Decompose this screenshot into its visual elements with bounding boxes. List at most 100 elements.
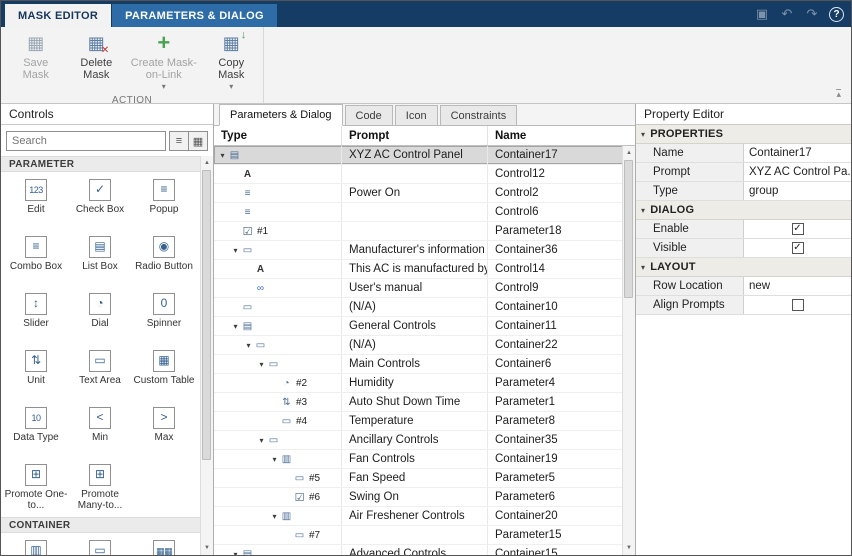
name-cell[interactable]: Control12 [488, 165, 623, 183]
prompt-cell[interactable]: Humidity [342, 374, 488, 392]
control-item-popup[interactable]: ≡Popup [132, 175, 196, 232]
list-view-icon[interactable]: ≡ [169, 131, 189, 151]
prompt-cell[interactable]: Swing On [342, 488, 488, 506]
control-item-max[interactable]: >Max [132, 403, 196, 460]
controls-scrollbar[interactable]: ▲ ▼ [200, 156, 213, 555]
control-item-unit-control[interactable]: ⇅Unit [4, 346, 68, 403]
name-cell[interactable]: Control14 [488, 260, 623, 278]
prompt-cell[interactable]: This AC is manufactured by... [342, 260, 488, 278]
tree-row-Container6[interactable]: ▾▭Main ControlsContainer6 [214, 355, 623, 374]
enable-checkbox[interactable]: ✓ [792, 223, 804, 235]
scroll-down-icon[interactable]: ▼ [623, 542, 635, 554]
name-cell[interactable]: Parameter4 [488, 374, 623, 392]
prompt-cell[interactable]: Manufacturer's information [342, 241, 488, 259]
tree-row-Container10[interactable]: ▭(N/A)Container10 [214, 298, 623, 317]
tree-row-Parameter6[interactable]: ☑#6Swing OnParameter6 [214, 488, 623, 507]
tab-parameters-dialog[interactable]: PARAMETERS & DIALOG [112, 4, 277, 27]
prompt-cell[interactable]: Ancillary Controls [342, 431, 488, 449]
prompt-cell[interactable]: Fan Controls [342, 450, 488, 468]
prompt-cell[interactable]: Air Freshener Controls [342, 507, 488, 525]
prompt-cell[interactable]: XYZ AC Control Panel [342, 146, 488, 164]
name-cell[interactable]: Container35 [488, 431, 623, 449]
tab-icon[interactable]: Icon [395, 105, 438, 125]
tree-scrollbar[interactable]: ▲ ▼ [622, 146, 635, 555]
prompt-cell[interactable]: Power On [342, 184, 488, 202]
collapse-arrow-icon[interactable]: ▾ [269, 455, 280, 464]
tab-mask-editor[interactable]: MASK EDITOR [5, 4, 111, 27]
scroll-up-icon[interactable]: ▲ [623, 147, 635, 159]
name-cell[interactable]: Control9 [488, 279, 623, 297]
prompt-cell[interactable]: Advanced Controls [342, 545, 488, 555]
prompt-cell[interactable]: General Controls [342, 317, 488, 335]
control-item-radio-button[interactable]: ◉Radio Button [132, 232, 196, 289]
tree-row-Container20[interactable]: ▾▥Air Freshener ControlsContainer20 [214, 507, 623, 526]
name-cell[interactable]: Parameter18 [488, 222, 623, 240]
tree-row-Control2[interactable]: ≡Power OnControl2 [214, 184, 623, 203]
tree-row-Control14[interactable]: AThis AC is manufactured by...Control14 [214, 260, 623, 279]
scrollbar-thumb[interactable] [202, 170, 211, 460]
container-item[interactable]: ▦▦ [132, 536, 196, 555]
name-cell[interactable]: Container10 [488, 298, 623, 316]
tree-row-Container22[interactable]: ▾▭(N/A)Container22 [214, 336, 623, 355]
property-section-layout[interactable]: ▾LAYOUT [636, 258, 851, 277]
tab-parameters-and-dialog[interactable]: Parameters & Dialog [219, 104, 343, 126]
prompt-cell[interactable]: Auto Shut Down Time [342, 393, 488, 411]
tree-row-Container19[interactable]: ▾▥Fan ControlsContainer19 [214, 450, 623, 469]
save-icon[interactable]: ▣ [754, 6, 770, 22]
scroll-up-icon[interactable]: ▲ [201, 157, 213, 169]
create-mask-on-link-button[interactable]: + Create Mask-on-Link ▾ [128, 31, 199, 93]
prompt-cell[interactable] [342, 526, 488, 544]
collapse-arrow-icon[interactable]: ▾ [230, 246, 241, 255]
save-mask-button[interactable]: ▦ Save Mask [7, 31, 65, 83]
control-item-text-area[interactable]: ▭Text Area [68, 346, 132, 403]
scrollbar-thumb[interactable] [624, 160, 633, 298]
scroll-down-icon[interactable]: ▼ [201, 542, 213, 554]
name-cell[interactable]: Parameter1 [488, 393, 623, 411]
tree-row-Control12[interactable]: AControl12 [214, 165, 623, 184]
control-item-min[interactable]: <Min [68, 403, 132, 460]
copy-mask-button[interactable]: ▦↓ Copy Mask ▾ [202, 31, 260, 93]
control-item-list-box[interactable]: ▤List Box [68, 232, 132, 289]
container-section-header[interactable]: CONTAINER [1, 517, 200, 533]
prompt-cell[interactable]: Temperature [342, 412, 488, 430]
name-cell[interactable]: Parameter15 [488, 526, 623, 544]
property-value[interactable]: Container17 [744, 144, 851, 162]
tree-row-Container17[interactable]: ▾▤XYZ AC Control PanelContainer17 [214, 146, 623, 165]
property-value[interactable]: group [744, 182, 851, 200]
grid-view-icon[interactable]: ▦ [188, 131, 208, 151]
redo-icon[interactable]: ↷ [804, 6, 820, 22]
collapse-arrow-icon[interactable]: ▾ [217, 151, 228, 160]
name-cell[interactable]: Control6 [488, 203, 623, 221]
prompt-cell[interactable] [342, 222, 488, 240]
prompt-cell[interactable] [342, 165, 488, 183]
collapse-arrow-icon[interactable]: ▾ [230, 322, 241, 331]
property-section-properties[interactable]: ▾PROPERTIES [636, 125, 851, 144]
control-item-dial[interactable]: ◔Dial [68, 289, 132, 346]
control-item-check-box[interactable]: ✓Check Box [68, 175, 132, 232]
name-cell[interactable]: Container22 [488, 336, 623, 354]
tab-constraints[interactable]: Constraints [440, 105, 518, 125]
container-item[interactable]: ▥ [4, 536, 68, 555]
prompt-cell[interactable]: User's manual [342, 279, 488, 297]
name-cell[interactable]: Parameter5 [488, 469, 623, 487]
tree-row-Parameter8[interactable]: ▭#4TemperatureParameter8 [214, 412, 623, 431]
name-cell[interactable]: Container6 [488, 355, 623, 373]
tree-row-Control6[interactable]: ≡Control6 [214, 203, 623, 222]
name-cell[interactable]: Container15 [488, 545, 623, 555]
help-icon[interactable]: ? [829, 7, 844, 22]
control-item-promote-many[interactable]: ⊞Promote Many-to... [68, 460, 132, 517]
undo-icon[interactable]: ↶ [779, 6, 795, 22]
name-cell[interactable]: Parameter6 [488, 488, 623, 506]
control-item-spinner-control[interactable]: 0Spinner [132, 289, 196, 346]
align-prompts-checkbox[interactable] [792, 299, 804, 311]
property-section-dialog[interactable]: ▾DIALOG [636, 201, 851, 220]
control-item-slider[interactable]: ↕Slider [4, 289, 68, 346]
tree-row-Control9[interactable]: ∞User's manualControl9 [214, 279, 623, 298]
tree-row-Container36[interactable]: ▾▭Manufacturer's informationContainer36 [214, 241, 623, 260]
collapse-arrow-icon[interactable]: ▾ [243, 341, 254, 350]
name-cell[interactable]: Container19 [488, 450, 623, 468]
control-item-combo-box[interactable]: ≡Combo Box [4, 232, 68, 289]
collapse-arrow-icon[interactable]: ▾ [269, 512, 280, 521]
name-cell[interactable]: Container17 [488, 146, 623, 164]
name-cell[interactable]: Parameter8 [488, 412, 623, 430]
